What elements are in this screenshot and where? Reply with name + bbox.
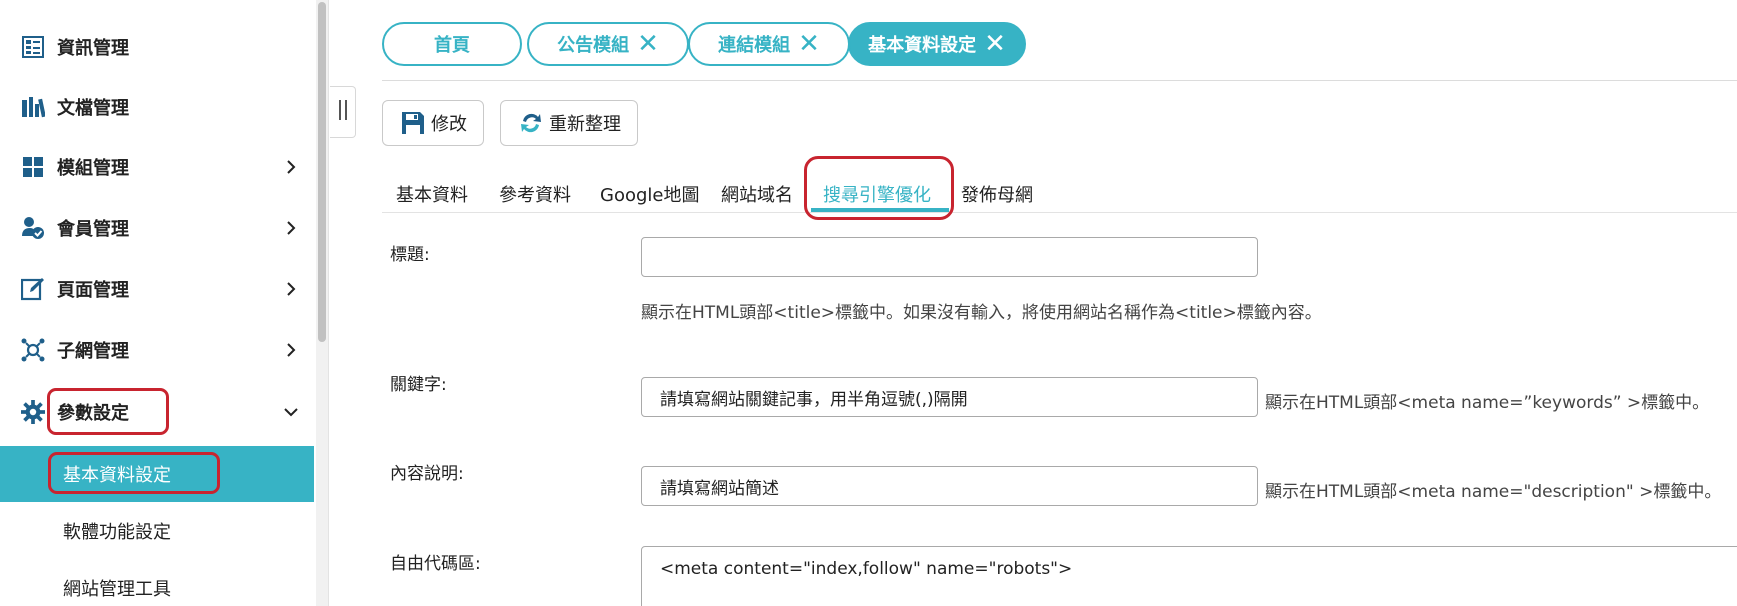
sidebar-item-label: 會員管理	[57, 219, 129, 240]
edit-icon	[21, 277, 45, 301]
sidebar-item-documents[interactable]: 文檔管理	[0, 78, 314, 136]
sidebar-item-label: 子網管理	[57, 341, 129, 362]
keywords-label: 關鍵字:	[390, 375, 447, 395]
list-icon	[21, 35, 45, 59]
close-icon[interactable]: ✕	[637, 31, 659, 57]
subtab-label: 參考資料	[499, 185, 571, 206]
tab-announcement-module[interactable]: 公告模組 ✕	[527, 22, 689, 66]
subtab-basic-info[interactable]: 基本資料	[396, 178, 468, 210]
chevron-right-icon	[284, 343, 298, 357]
app-window: 資訊管理 文檔管理 模組管理 會員管理 頁面管理 子網管理 參數設定 基本資料設…	[0, 0, 1737, 606]
subtab-label: 搜尋引擎優化	[823, 185, 931, 206]
sidebar-item-label: 文檔管理	[57, 98, 129, 119]
tab-link-module[interactable]: 連結模組 ✕	[688, 22, 850, 66]
keywords-input[interactable]: 請填寫網站關鍵記事，用半角逗號(,)隔開	[641, 377, 1258, 417]
description-hint: 顯示在HTML頭部<meta name="description" >標籤中。	[1265, 482, 1722, 502]
subtab-google-map[interactable]: Google地圖	[600, 178, 699, 210]
sidebar-scrollbar-thumb[interactable]	[318, 2, 326, 342]
sidebar-subitem-software-settings[interactable]: 軟體功能設定	[0, 503, 314, 559]
grid-icon	[21, 155, 45, 179]
sidebar-subitem-site-tools[interactable]: 網站管理工具	[0, 560, 314, 606]
gear-icon	[21, 400, 45, 424]
save-button-label: 修改	[431, 114, 467, 135]
library-icon	[21, 95, 45, 119]
chevron-down-icon	[284, 405, 298, 419]
drag-handle-icon	[338, 98, 348, 126]
sidebar-divider	[328, 0, 329, 606]
sidebar-item-settings[interactable]: 參數設定	[0, 383, 314, 441]
chevron-right-icon	[284, 282, 298, 296]
subtab-publish-parent[interactable]: 發佈母網	[961, 178, 1033, 210]
subtab-label: Google地圖	[600, 185, 700, 206]
sidebar-subitem-basic-settings[interactable]: 基本資料設定	[0, 446, 314, 502]
close-icon[interactable]: ✕	[984, 31, 1006, 57]
subtab-reference-info[interactable]: 參考資料	[499, 178, 571, 210]
subtab-label: 基本資料	[396, 185, 468, 206]
code-label: 自由代碼區:	[390, 554, 481, 574]
sidebar-subitem-label: 基本資料設定	[63, 465, 171, 486]
tabs-divider	[382, 80, 1737, 81]
tab-label: 首頁	[434, 35, 470, 56]
subtab-label: 發佈母網	[961, 185, 1033, 206]
sidebar-item-subnets[interactable]: 子網管理	[0, 321, 314, 379]
tab-label: 公告模組	[557, 35, 630, 56]
sidebar-item-label: 頁面管理	[57, 280, 129, 301]
sidebar-item-modules[interactable]: 模組管理	[0, 138, 314, 196]
subtab-seo[interactable]: 搜尋引擎優化	[823, 178, 931, 210]
description-label: 內容說明:	[390, 464, 464, 484]
sidebar-subitem-label: 軟體功能設定	[63, 522, 171, 543]
sidebar-item-label: 參數設定	[57, 403, 129, 424]
tab-basic-settings[interactable]: 基本資料設定 ✕	[848, 22, 1026, 66]
description-input[interactable]: 請填寫網站簡述	[641, 466, 1258, 506]
chevron-right-icon	[284, 160, 298, 174]
refresh-button[interactable]: 重新整理	[500, 100, 638, 146]
refresh-icon	[519, 111, 543, 135]
network-icon	[21, 338, 45, 362]
sidebar-item-label: 模組管理	[57, 158, 129, 179]
keywords-hint: 顯示在HTML頭部<meta name=”keywords” >標籤中。	[1265, 393, 1710, 413]
sidebar-item-label: 資訊管理	[57, 38, 129, 59]
subtab-label: 網站域名	[721, 185, 793, 206]
save-button[interactable]: 修改	[382, 100, 484, 146]
save-icon	[401, 111, 425, 135]
keywords-input-value: 請填寫網站關鍵記事，用半角逗號(,)隔開	[660, 389, 968, 410]
tab-label: 基本資料設定	[868, 35, 977, 56]
sidebar: 資訊管理 文檔管理 模組管理 會員管理 頁面管理 子網管理 參數設定 基本資料設…	[0, 0, 314, 606]
tab-home[interactable]: 首頁	[382, 22, 522, 66]
sidebar-subitem-label: 網站管理工具	[63, 579, 171, 600]
tab-label: 連結模組	[718, 35, 791, 56]
code-textarea[interactable]: <meta content="index,follow" name="robot…	[641, 546, 1737, 606]
user-check-icon	[21, 216, 45, 240]
sidebar-item-members[interactable]: 會員管理	[0, 199, 314, 257]
subtabs-divider	[382, 212, 1737, 213]
sidebar-item-pages[interactable]: 頁面管理	[0, 260, 314, 318]
subtab-domain[interactable]: 網站域名	[721, 178, 793, 210]
close-icon[interactable]: ✕	[798, 31, 820, 57]
title-input[interactable]	[641, 237, 1258, 277]
sidebar-item-info[interactable]: 資訊管理	[0, 18, 314, 76]
title-hint: 顯示在HTML頭部<title>標籤中。如果沒有輸入，將使用網站名稱作為<tit…	[641, 303, 1322, 323]
sidebar-collapse-handle[interactable]	[330, 86, 356, 138]
code-textarea-value: <meta content="index,follow" name="robot…	[660, 559, 1073, 579]
chevron-right-icon	[284, 221, 298, 235]
refresh-button-label: 重新整理	[549, 114, 621, 135]
description-input-value: 請填寫網站簡述	[660, 478, 779, 499]
title-label: 標題:	[390, 245, 430, 265]
